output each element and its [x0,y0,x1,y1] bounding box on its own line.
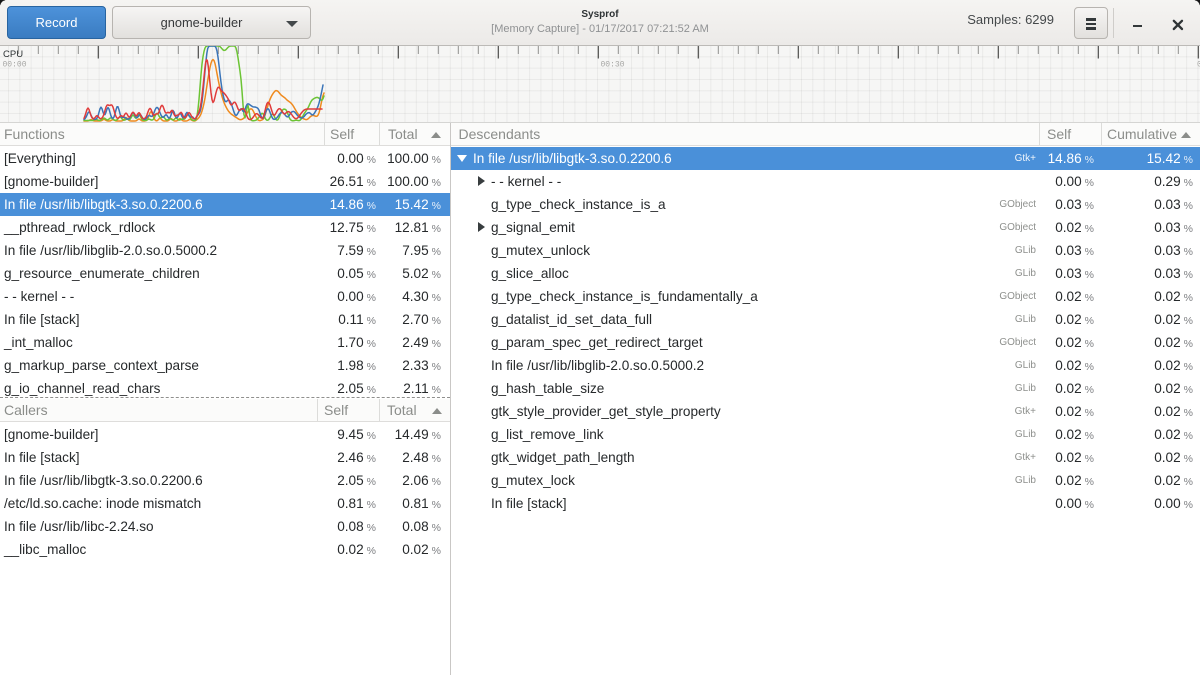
svg-text:CPU: CPU [3,49,23,60]
svg-text:00:30: 00:30 [601,61,625,70]
svg-text:00:00: 00:00 [3,61,27,70]
